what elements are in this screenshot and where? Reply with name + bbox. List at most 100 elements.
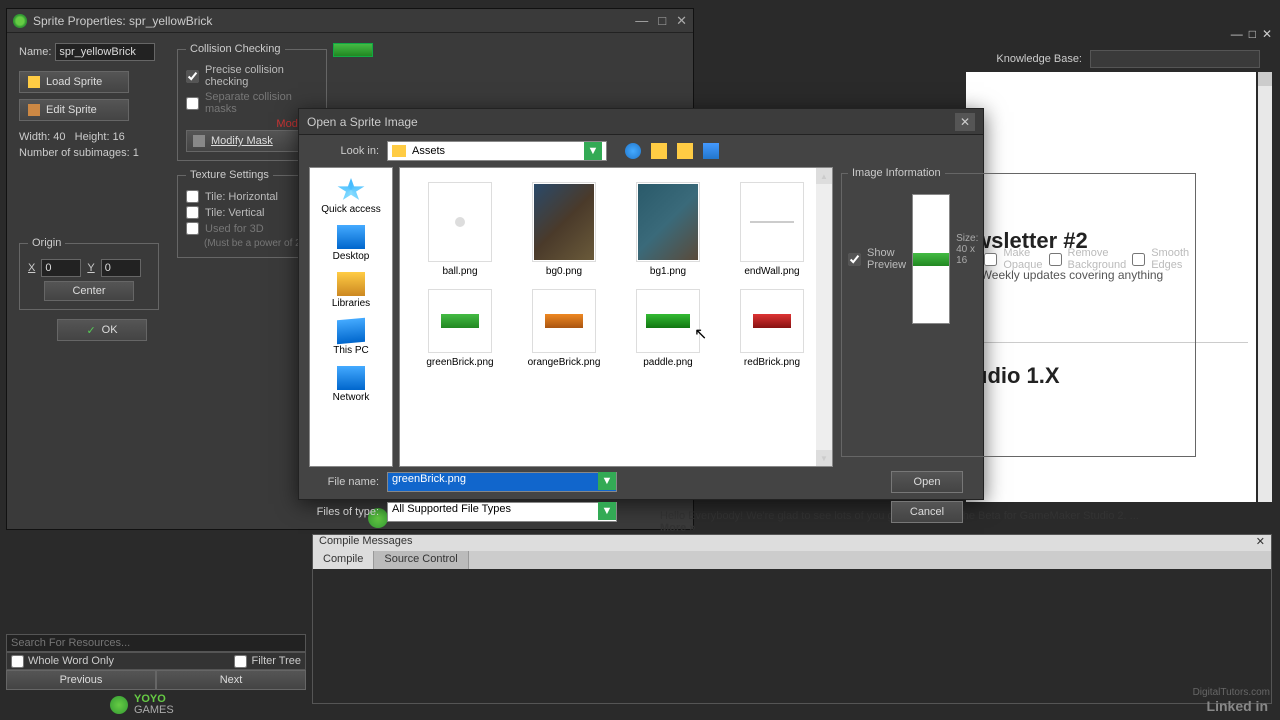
edit-sprite-button[interactable]: Edit Sprite: [19, 99, 129, 121]
knowledge-base-row: Knowledge Base:: [996, 50, 1260, 68]
resource-search-input[interactable]: [6, 634, 306, 652]
filetype-label: Files of type:: [309, 506, 379, 518]
look-in-dropdown[interactable]: Assets ▼: [387, 141, 607, 161]
compile-tabs: Compile Source Control: [313, 551, 1271, 569]
star-icon: [337, 178, 365, 202]
scroll-up-icon[interactable]: ▲: [1258, 72, 1272, 86]
scroll-down-icon[interactable]: ▼: [816, 450, 832, 466]
sprite-properties-titlebar[interactable]: Sprite Properties: spr_yellowBrick — □ ✕: [7, 9, 693, 33]
sprite-left-column: Name: Load Sprite Edit Sprite Width: 40 …: [19, 43, 169, 161]
minimize-icon[interactable]: —: [1231, 27, 1243, 41]
precise-collision-checkbox[interactable]: Precise collision checking: [186, 64, 318, 88]
source-watermark: DigitalTutors.com: [1193, 687, 1270, 698]
dropdown-arrow-icon[interactable]: ▼: [584, 142, 602, 160]
preview-size-label: Size: 40 x 16: [956, 233, 978, 266]
file-item-orangebrick[interactable]: orangeBrick.png: [512, 283, 616, 374]
new-folder-icon[interactable]: [677, 143, 693, 159]
desktop-icon: [337, 225, 365, 249]
file-item-ball[interactable]: ball.png: [408, 176, 512, 283]
back-icon[interactable]: [625, 143, 641, 159]
knowledge-base-input[interactable]: [1090, 50, 1260, 68]
compile-header[interactable]: Compile Messages ✕: [313, 535, 1271, 551]
maximize-icon[interactable]: □: [1249, 27, 1256, 41]
places-sidebar: Quick access Desktop Libraries This PC N…: [309, 167, 393, 467]
origin-group: Origin X Y Center: [19, 237, 159, 318]
file-item-bg1[interactable]: bg1.png: [616, 176, 720, 283]
tab-compile[interactable]: Compile: [313, 551, 374, 569]
sidebar-libraries[interactable]: Libraries: [310, 268, 392, 313]
compile-messages-panel: Compile Messages ✕ Compile Source Contro…: [312, 534, 1272, 704]
news-scrollbar[interactable]: ▲: [1258, 72, 1272, 502]
filename-input[interactable]: greenBrick.png▼: [387, 472, 617, 492]
origin-x-input[interactable]: [41, 259, 81, 277]
ok-button[interactable]: OK: [57, 319, 147, 341]
file-item-endwall[interactable]: endWall.png: [720, 176, 824, 283]
resource-search-area: Whole Word Only Filter Tree Previous Nex…: [6, 634, 306, 690]
libraries-icon: [337, 272, 365, 296]
origin-y-label: Y: [87, 262, 94, 274]
smooth-edges-checkbox[interactable]: Smooth Edges: [1132, 247, 1189, 271]
filetype-dropdown-icon[interactable]: ▼: [598, 502, 616, 520]
app-root: — □ ✕ Knowledge Base: Sprite Properties:…: [0, 0, 1280, 720]
sidebar-desktop[interactable]: Desktop: [310, 221, 392, 266]
file-list-scrollbar[interactable]: ▲ ▼: [816, 168, 832, 466]
previous-button[interactable]: Previous: [6, 670, 156, 690]
view-menu-icon[interactable]: [703, 143, 719, 159]
sp-minimize-icon[interactable]: —: [635, 13, 648, 29]
sp-maximize-icon[interactable]: □: [658, 13, 666, 29]
look-in-label: Look in:: [309, 145, 379, 157]
sidebar-this-pc[interactable]: This PC: [310, 315, 392, 360]
linkedin-watermark: Linked in: [1207, 698, 1268, 714]
filename-label: File name:: [309, 476, 379, 488]
look-in-row: Look in: Assets ▼: [299, 135, 983, 167]
cancel-button[interactable]: Cancel: [891, 501, 963, 523]
pencil-icon: [28, 104, 40, 116]
filename-row: File name: greenBrick.png▼ Open: [299, 467, 983, 497]
filename-dropdown-icon[interactable]: ▼: [598, 472, 616, 490]
origin-x-label: X: [28, 262, 35, 274]
file-item-redbrick[interactable]: redBrick.png: [720, 283, 824, 374]
center-button[interactable]: Center: [44, 281, 134, 301]
sidebar-quick-access[interactable]: Quick access: [310, 174, 392, 219]
sprite-name-input[interactable]: [55, 43, 155, 61]
sprite-icon: [13, 14, 27, 28]
app-window-controls: — □ ✕: [1231, 27, 1272, 41]
up-folder-icon[interactable]: [651, 143, 667, 159]
dialog-close-icon[interactable]: ✕: [955, 113, 975, 131]
file-item-bg0[interactable]: bg0.png: [512, 176, 616, 283]
sprite-dimensions: Width: 40 Height: 16 Number of subimages…: [19, 129, 169, 161]
preview-box: [912, 194, 950, 324]
sidebar-network[interactable]: Network: [310, 362, 392, 407]
yoyo-games-logo: YOYOGAMES: [110, 694, 174, 716]
open-sprite-dialog: Open a Sprite Image ✕ Look in: Assets ▼ …: [298, 108, 984, 500]
file-item-greenbrick[interactable]: greenBrick.png: [408, 283, 512, 374]
scroll-up-icon[interactable]: ▲: [816, 168, 832, 184]
file-item-paddle[interactable]: paddle.png: [616, 283, 720, 374]
filter-tree-checkbox[interactable]: Filter Tree: [156, 655, 305, 668]
network-icon: [337, 366, 365, 390]
modify-mask-button[interactable]: Modify Mask: [186, 130, 316, 152]
name-label: Name:: [19, 46, 51, 58]
compile-close-icon[interactable]: ✕: [1256, 535, 1265, 551]
knowledge-base-label: Knowledge Base:: [996, 53, 1082, 65]
remove-background-checkbox[interactable]: Remove Background: [1049, 247, 1127, 271]
close-icon[interactable]: ✕: [1262, 27, 1272, 41]
sprite-canvas-preview: [333, 43, 373, 57]
image-info-panel: Image Information Show Preview Size: 40 …: [833, 167, 983, 467]
compile-output[interactable]: [313, 569, 1271, 699]
sprite-properties-title: Sprite Properties: spr_yellowBrick: [33, 14, 212, 28]
folder-icon: [392, 145, 406, 157]
filetype-dropdown[interactable]: All Supported File Types▼: [387, 502, 617, 522]
file-list[interactable]: ball.png bg0.png bg1.png endWall.png gre…: [399, 167, 833, 467]
show-preview-checkbox[interactable]: Show Preview Size: 40 x 16 Make Opaque R…: [848, 188, 1189, 330]
open-dialog-titlebar[interactable]: Open a Sprite Image ✕: [299, 109, 983, 135]
open-button[interactable]: Open: [891, 471, 963, 493]
folder-open-icon: [28, 76, 40, 88]
whole-word-checkbox[interactable]: Whole Word Only: [7, 655, 156, 668]
origin-y-input[interactable]: [101, 259, 141, 277]
sp-close-icon[interactable]: ✕: [676, 13, 687, 29]
make-opaque-checkbox[interactable]: Make Opaque: [984, 247, 1042, 271]
tab-source-control[interactable]: Source Control: [374, 551, 468, 569]
next-button[interactable]: Next: [156, 670, 306, 690]
load-sprite-button[interactable]: Load Sprite: [19, 71, 129, 93]
